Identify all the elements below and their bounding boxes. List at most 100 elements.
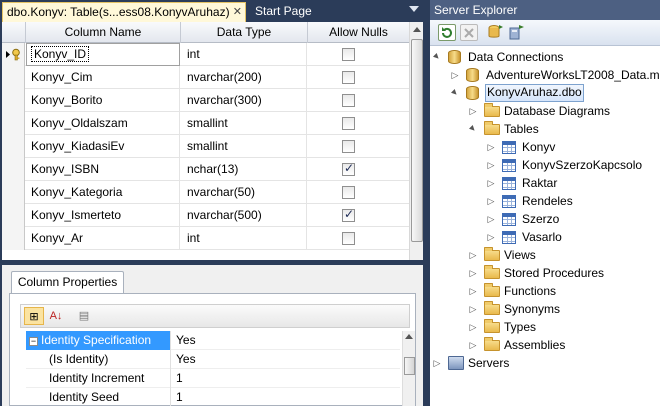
row-selector[interactable] [2,204,25,227]
property-row[interactable]: Identity Increment 1 [26,369,400,388]
close-icon[interactable]: ✕ [233,3,242,22]
table-row[interactable]: Konyv_Kategoria nvarchar(50) [2,181,409,204]
row-selector[interactable] [2,66,25,89]
allow-nulls-checkbox[interactable] [342,161,355,176]
scroll-up-icon[interactable] [413,27,421,32]
column-name-cell[interactable]: Konyv_Kategoria [26,181,180,204]
collapsed-arrow-icon[interactable]: ▷ [432,354,442,372]
table-row[interactable]: Konyv_Ismerteto nvarchar(500) [2,204,409,227]
stop-refresh-icon[interactable] [460,24,478,41]
collapsed-arrow-icon[interactable]: ▷ [486,138,496,156]
allow-nulls-checkbox[interactable] [342,117,355,130]
column-name-cell[interactable]: Konyv_ID [26,43,180,66]
collapsed-arrow-icon[interactable]: ▷ [486,228,496,246]
data-type-cell[interactable]: smallint [181,112,307,135]
data-type-cell[interactable]: int [181,227,307,250]
property-row[interactable]: Identity Seed 1 [26,388,400,406]
allow-nulls-checkbox[interactable] [342,186,355,199]
data-type-cell[interactable]: nvarchar(50) [181,181,307,204]
header-allow-nulls[interactable]: Allow Nulls [308,22,409,43]
categorized-icon[interactable]: ⊞ [24,307,44,325]
tab-dropdown-icon[interactable] [409,6,419,12]
allow-nulls-checkbox[interactable] [342,94,355,107]
tree-node[interactable]: ▷ Database Diagrams [430,102,660,120]
tab-column-properties[interactable]: Column Properties [11,271,124,293]
tree-node[interactable]: ▷ Rendeles [430,192,660,210]
tree-node[interactable]: ▷ Servers [430,354,660,372]
collapsed-arrow-icon[interactable]: ▷ [486,174,496,192]
collapsed-arrow-icon[interactable]: ▷ [468,102,478,120]
table-row[interactable]: Konyv_KiadasiEv smallint [2,135,409,158]
scroll-up-icon[interactable] [405,334,413,339]
row-selector[interactable] [2,112,25,135]
allow-nulls-checkbox[interactable] [342,140,355,153]
properties-vertical-scrollbar[interactable] [402,331,415,406]
tab-table-designer[interactable]: dbo.Konyv: Table(s...ess08.KonyvAruhaz) … [2,2,246,22]
tree-node[interactable]: ▷ AdventureWorksLT2008_Data.m [430,66,660,84]
tree-node[interactable]: ▷ Konyv [430,138,660,156]
collapsed-arrow-icon[interactable]: ▷ [468,336,478,354]
tree-node[interactable]: ▲ KonyvAruhaz.dbo [430,84,660,102]
property-pages-icon[interactable]: ▤ [74,307,94,325]
collapsed-arrow-icon[interactable]: ▷ [450,66,460,84]
collapsed-arrow-icon[interactable]: ▷ [486,156,496,174]
tree-node[interactable]: ▷ Stored Procedures [430,264,660,282]
collapsed-arrow-icon[interactable]: ▷ [468,264,478,282]
property-value[interactable]: 1 [174,388,394,406]
allow-nulls-checkbox[interactable] [342,232,355,245]
table-row[interactable]: Konyv_Ar int [2,227,409,250]
table-row[interactable]: Konyv_Cim nvarchar(200) [2,66,409,89]
header-column-name[interactable]: Column Name [26,22,181,43]
data-type-cell[interactable]: nchar(13) [181,158,307,181]
property-value[interactable]: Yes [174,331,394,350]
collapsed-arrow-icon[interactable]: ▷ [486,210,496,228]
connect-to-database-icon[interactable] [486,24,504,41]
table-row[interactable]: Konyv_Oldalszam smallint [2,112,409,135]
tree-node[interactable]: ▷ Types [430,318,660,336]
tree-node[interactable]: ▷ KonyvSzerzoKapcsolo [430,156,660,174]
refresh-icon[interactable] [438,24,456,41]
table-row[interactable]: Konyv_ISBN nchar(13) [2,158,409,181]
table-row[interactable]: Konyv_Borito nvarchar(300) [2,89,409,112]
property-row[interactable]: (Is Identity) Yes [26,350,400,369]
row-selector[interactable] [2,158,25,181]
tree-node[interactable]: ▲ Tables [430,120,660,138]
collapsed-arrow-icon[interactable]: ▷ [468,300,478,318]
column-name-cell[interactable]: Konyv_Ar [26,227,180,250]
property-row[interactable]: − Identity Specification Yes [26,331,400,350]
table-row[interactable]: Konyv_ID int [2,43,409,66]
allow-nulls-checkbox[interactable] [342,207,355,222]
scroll-thumb[interactable] [411,39,423,242]
tree-node[interactable]: ▷ Assemblies [430,336,660,354]
row-selector[interactable] [2,43,25,66]
expanded-arrow-icon[interactable]: ▲ [463,119,483,139]
collapsed-arrow-icon[interactable]: ▷ [468,318,478,336]
data-type-cell[interactable]: smallint [181,135,307,158]
column-name-cell[interactable]: Konyv_Cim [26,66,180,89]
connect-to-server-icon[interactable] [508,24,526,41]
column-name-cell[interactable]: Konyv_Ismerteto [26,204,180,227]
expanded-arrow-icon[interactable]: ▲ [430,47,447,67]
tree-node[interactable]: ▷ Szerzo [430,210,660,228]
allow-nulls-checkbox[interactable] [342,71,355,84]
data-type-cell[interactable]: nvarchar(200) [181,66,307,89]
tree-node[interactable]: ▷ Vasarlo [430,228,660,246]
row-selector[interactable] [2,181,25,204]
tab-start-page[interactable]: Start Page [251,2,316,22]
expanded-arrow-icon[interactable]: ▲ [445,83,465,103]
data-type-cell[interactable]: nvarchar(300) [181,89,307,112]
column-name-cell[interactable]: Konyv_Borito [26,89,180,112]
data-type-cell[interactable]: nvarchar(500) [181,204,307,227]
header-data-type[interactable]: Data Type [181,22,308,43]
collapsed-arrow-icon[interactable]: ▷ [468,246,478,264]
grid-vertical-scrollbar[interactable] [409,22,423,260]
property-value[interactable]: 1 [174,369,394,388]
data-type-cell[interactable]: int [181,43,307,66]
collapsed-arrow-icon[interactable]: ▷ [486,192,496,210]
row-selector[interactable] [2,89,25,112]
tree-node[interactable]: ▷ Synonyms [430,300,660,318]
column-name-cell[interactable]: Konyv_ISBN [26,158,180,181]
alphabetical-icon[interactable]: A↓ [46,307,66,325]
column-name-cell[interactable]: Konyv_KiadasiEv [26,135,180,158]
scroll-thumb[interactable] [404,357,415,375]
